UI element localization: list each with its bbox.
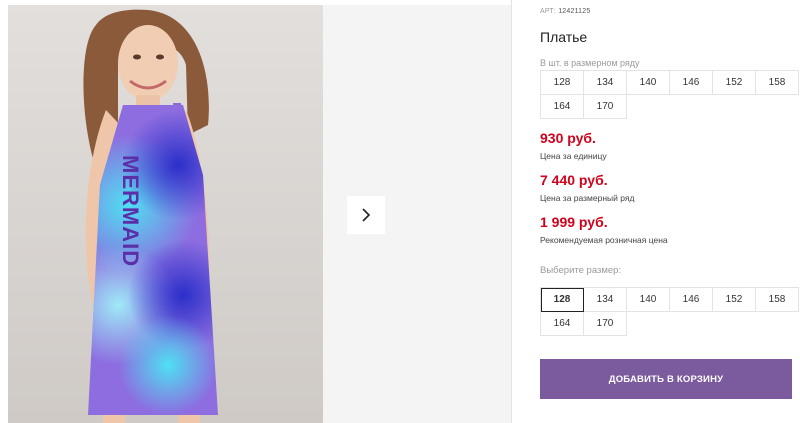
series-size-cell: 170	[584, 95, 627, 119]
series-price: 7 440 руб.	[540, 172, 608, 188]
product-title: Платье	[540, 29, 588, 45]
series-size-cell: 152	[713, 71, 756, 95]
unit-price-note: Цена за единицу	[540, 151, 607, 161]
series-price-note: Цена за размерный ряд	[540, 193, 635, 203]
size-select-caption: Выберите размер:	[540, 265, 622, 276]
panel-divider	[511, 0, 512, 423]
product-gallery: MERMAID	[0, 0, 512, 423]
size-option[interactable]: 170	[584, 312, 627, 336]
series-size-cell: 140	[627, 71, 670, 95]
product-photo: MERMAID	[8, 5, 323, 423]
size-option[interactable]: 146	[670, 288, 713, 312]
size-option[interactable]: 158	[756, 288, 799, 312]
series-size-grid: 128 134 140 146 152 158 164 170	[540, 70, 799, 119]
series-size-cell: 158	[756, 71, 799, 95]
gallery-next-button[interactable]	[347, 196, 385, 234]
chevron-right-icon	[362, 208, 371, 222]
product-photo-illustration: MERMAID	[8, 5, 323, 423]
dress-print-text: MERMAID	[118, 155, 143, 267]
series-size-cell: 128	[541, 71, 584, 95]
size-option[interactable]: 140	[627, 288, 670, 312]
size-select-grid: 128 134 140 146 152 158 164 170	[540, 287, 799, 336]
series-size-cell: 146	[670, 71, 713, 95]
series-size-cell: 164	[541, 95, 584, 119]
unit-price: 930 руб.	[540, 130, 596, 146]
sku-value: 12421125	[558, 8, 591, 15]
retail-price-note: Рекомендуемая розничная цена	[540, 235, 668, 245]
size-option[interactable]: 134	[584, 288, 627, 312]
series-size-cell: 134	[584, 71, 627, 95]
size-option[interactable]: 164	[541, 312, 584, 336]
size-option[interactable]: 152	[713, 288, 756, 312]
add-to-cart-button[interactable]: ДОБАВИТЬ В КОРЗИНУ	[540, 359, 792, 399]
sku-label: АРТ:	[540, 8, 557, 15]
product-sku: АРТ: 12421125	[540, 8, 590, 15]
retail-price: 1 999 руб.	[540, 214, 608, 230]
size-option-selected[interactable]: 128	[541, 288, 584, 312]
series-caption: В шт. в размерном ряду	[540, 58, 640, 68]
